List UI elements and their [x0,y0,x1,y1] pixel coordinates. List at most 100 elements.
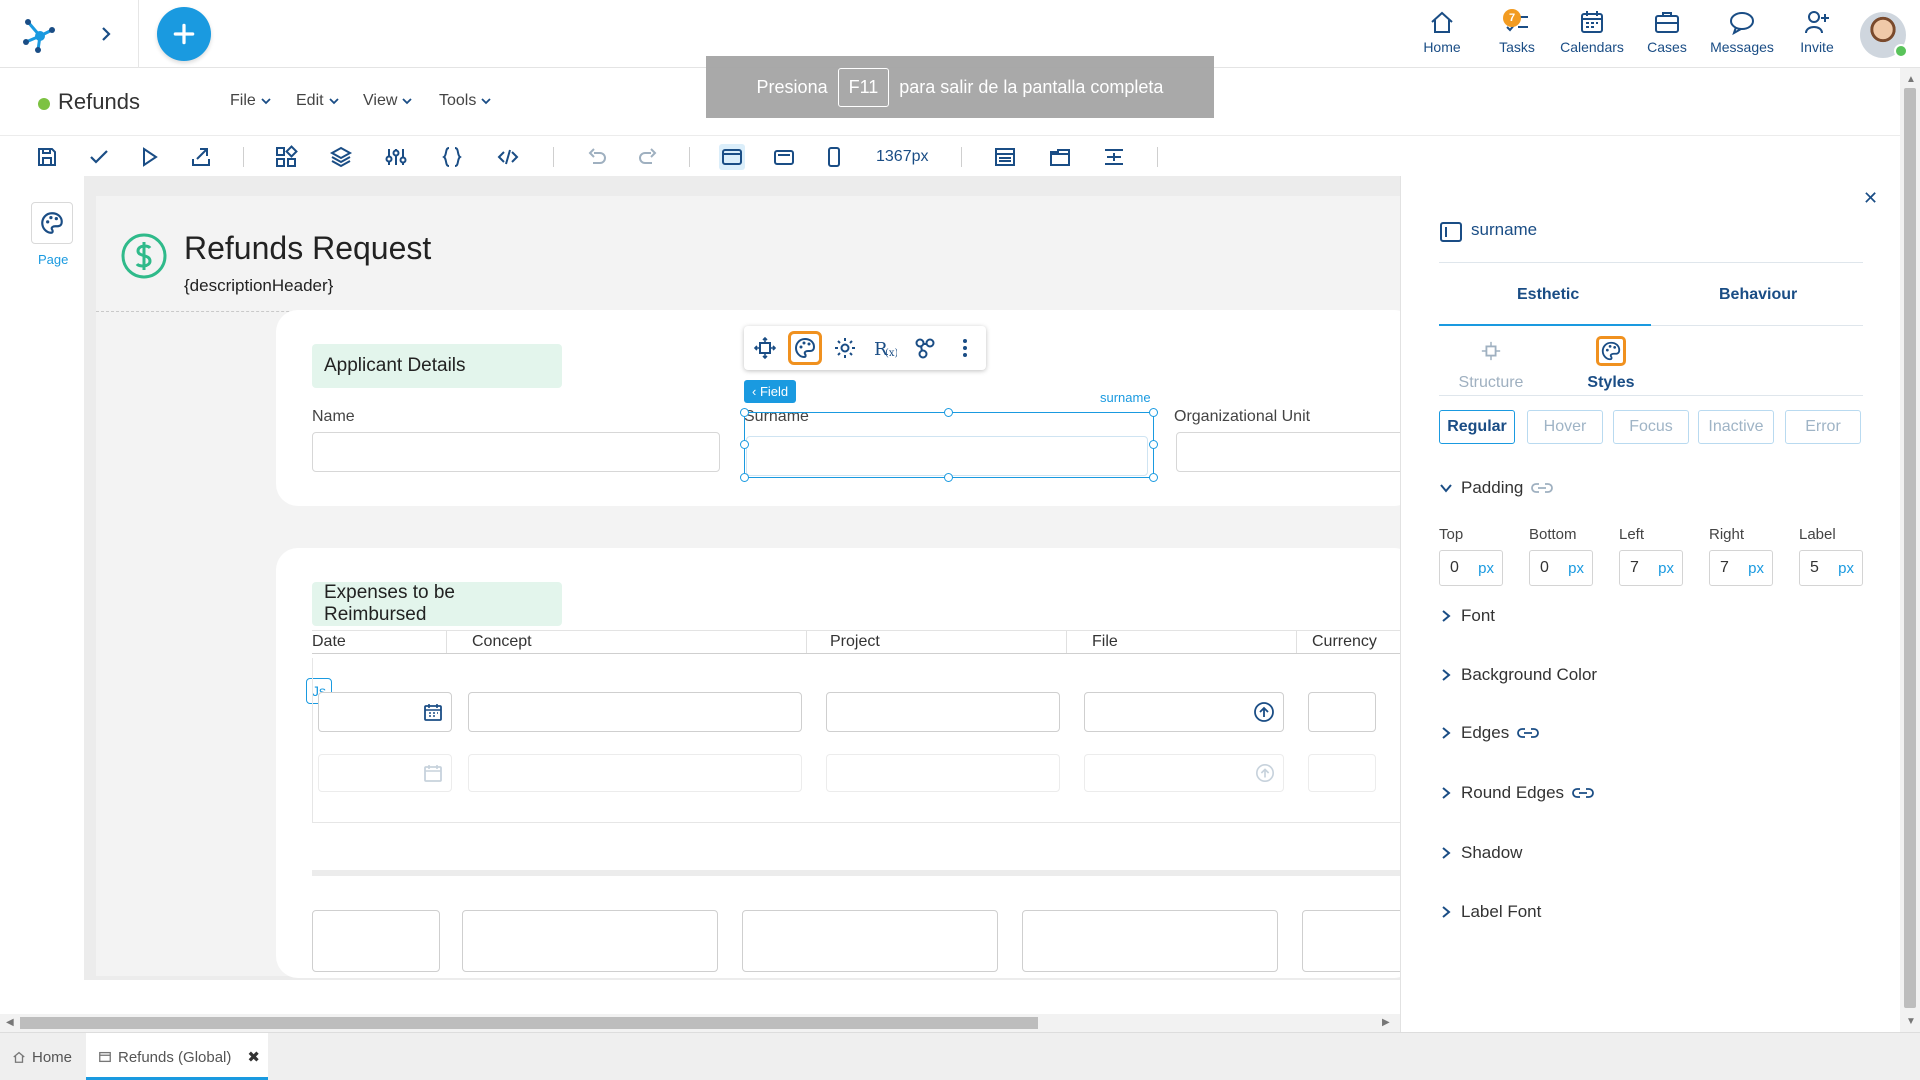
summary-box[interactable] [742,910,998,972]
verify-button[interactable] [86,144,112,170]
horizontal-scroll-thumb[interactable] [20,1017,1038,1029]
round-edges-section-header[interactable]: Round Edges [1439,783,1594,803]
move-button[interactable] [748,331,782,365]
nav-messages[interactable]: Messages [1704,8,1780,60]
header-layout-button[interactable] [992,144,1018,170]
resize-handle[interactable] [740,473,749,482]
variables-button[interactable] [383,144,409,170]
vertical-scrollbar[interactable]: ▲ ▼ [1900,68,1920,1032]
save-button[interactable] [34,144,60,170]
file-cell[interactable] [1084,754,1284,792]
nav-calendars[interactable]: Calendars [1554,8,1630,60]
components-button[interactable] [273,144,299,170]
file-cell[interactable] [1084,692,1284,732]
concept-cell[interactable] [468,754,802,792]
summary-box[interactable] [1302,910,1400,972]
link-icon[interactable] [1531,481,1554,495]
menu-view[interactable]: View [363,92,413,110]
subtab-structure[interactable]: Structure [1441,336,1541,392]
date-cell[interactable] [318,754,452,792]
concept-cell[interactable] [468,692,802,732]
close-panel-button[interactable]: ✕ [1863,188,1878,209]
resize-handle[interactable] [740,440,749,449]
menu-tools[interactable]: Tools [439,92,492,110]
nav-cases[interactable]: Cases [1629,8,1705,60]
resize-handle[interactable] [740,408,749,417]
project-cell[interactable] [826,692,1060,732]
state-regular-button[interactable]: Regular [1439,410,1515,444]
selected-field-outline[interactable] [744,412,1154,478]
publish-button[interactable] [188,144,214,170]
column-project[interactable]: Project [830,633,880,651]
padding-left-input[interactable]: 7 px [1619,550,1683,586]
container-button[interactable] [1047,144,1073,170]
horizontal-scrollbar[interactable]: ◀ ▶ [0,1014,1400,1032]
close-tab-icon[interactable]: ✖ [247,1048,260,1066]
summary-box[interactable] [1022,910,1278,972]
scroll-right-arrow[interactable]: ▶ [1382,1017,1390,1028]
link-icon[interactable] [1517,726,1540,740]
menu-file[interactable]: File [230,92,272,110]
state-inactive-button[interactable]: Inactive [1698,410,1774,444]
expenses-card[interactable]: Expenses to be Reimbursed Date Concept P… [276,548,1400,978]
more-options-button[interactable] [948,331,982,365]
canvas-width-display[interactable]: 1367px [876,148,929,166]
state-focus-button[interactable]: Focus [1613,410,1689,444]
column-file[interactable]: File [1092,633,1118,651]
tab-esthetic[interactable]: Esthetic [1517,286,1579,304]
connections-button[interactable] [908,331,942,365]
font-section-header[interactable]: Font [1439,606,1495,626]
state-error-button[interactable]: Error [1785,410,1861,444]
resize-handle[interactable] [1149,473,1158,482]
background-color-section-header[interactable]: Background Color [1439,665,1597,685]
edges-section-header[interactable]: Edges [1439,723,1540,743]
create-button[interactable] [157,7,211,61]
column-currency[interactable]: Currency [1312,633,1377,651]
tab-behaviour[interactable]: Behaviour [1719,286,1797,304]
shadow-section-header[interactable]: Shadow [1439,843,1522,863]
resize-handle[interactable] [1149,440,1158,449]
link-icon[interactable] [1572,786,1594,800]
bottom-tab-refunds[interactable]: Refunds (Global) ✖ [86,1033,268,1080]
expand-menu-chevron-icon[interactable] [94,22,118,46]
json-button[interactable] [439,144,465,170]
rules-button[interactable]: R(x) [868,331,902,365]
subtab-styles[interactable]: Styles [1561,336,1661,392]
padding-label-input[interactable]: 5 px [1799,550,1863,586]
redo-button[interactable] [635,144,661,170]
date-cell[interactable] [318,692,452,732]
resize-handle[interactable] [944,408,953,417]
summary-box[interactable] [462,910,718,972]
desktop-view-button[interactable] [719,144,745,170]
page-styles-button[interactable] [31,202,73,244]
logo-icon[interactable] [18,12,62,56]
bottom-tab-home[interactable]: Home [12,1033,86,1080]
vertical-scroll-thumb[interactable] [1904,88,1916,1008]
column-date[interactable]: Date [312,633,346,651]
settings-button[interactable] [828,331,862,365]
styles-button[interactable] [788,331,822,365]
padding-bottom-input[interactable]: 0 px [1529,550,1593,586]
currency-cell[interactable] [1308,754,1376,792]
scroll-left-arrow[interactable]: ◀ [6,1017,14,1028]
undo-button[interactable] [584,144,610,170]
nav-tasks[interactable]: 7 Tasks [1479,8,1555,60]
padding-top-input[interactable]: 0 px [1439,550,1503,586]
menu-edit[interactable]: Edit [296,92,340,110]
avatar[interactable] [1860,12,1908,58]
code-button[interactable] [495,144,521,170]
scroll-up-arrow[interactable]: ▲ [1906,74,1916,85]
name-input[interactable] [312,432,720,472]
label-font-section-header[interactable]: Label Font [1439,902,1541,922]
summary-box[interactable] [312,910,440,972]
project-cell[interactable] [826,754,1060,792]
run-button[interactable] [136,144,162,170]
resize-handle[interactable] [944,473,953,482]
column-concept[interactable]: Concept [472,633,532,651]
nav-home[interactable]: Home [1404,8,1480,60]
layers-button[interactable] [328,144,354,170]
resize-handle[interactable] [1149,408,1158,417]
currency-cell[interactable] [1308,692,1376,732]
field-type-tag[interactable]: ‹ Field [744,380,797,403]
alignment-button[interactable] [1101,144,1127,170]
